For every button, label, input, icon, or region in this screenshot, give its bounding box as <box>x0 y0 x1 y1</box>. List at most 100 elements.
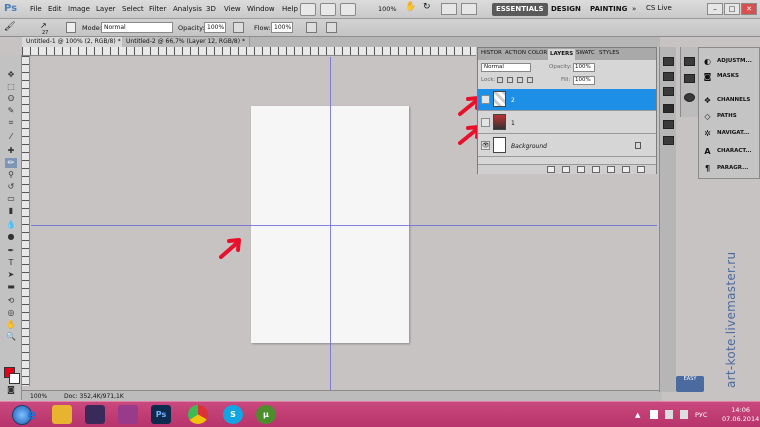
menu-help[interactable]: Help <box>282 5 298 13</box>
zoom-level[interactable]: 100% <box>378 5 397 13</box>
eyedropper-tool-icon[interactable]: ⁄ <box>5 132 17 142</box>
marquee-tool-icon[interactable]: ⬚ <box>5 82 17 92</box>
menu-window[interactable]: Window <box>247 5 275 13</box>
dock-paths[interactable]: ◇ PATHS <box>699 109 760 124</box>
dock-channels[interactable]: ❖ CHANNELS <box>699 93 760 108</box>
skype-icon[interactable]: S <box>223 405 243 424</box>
brush-tool-icon[interactable]: 🖌 <box>4 22 15 32</box>
screen-mode-icon[interactable] <box>461 3 477 15</box>
menu-3d[interactable]: 3D <box>206 5 216 13</box>
gradient-tool-icon[interactable]: ▮ <box>5 206 17 216</box>
hand-tool-icon[interactable]: ✋ <box>5 320 17 330</box>
visibility-toggle[interactable] <box>481 95 490 104</box>
vertical-ruler[interactable] <box>22 56 30 386</box>
tab-styles[interactable]: STYLES <box>599 50 619 56</box>
layer-opacity-field[interactable]: 100% <box>573 63 595 72</box>
tab-untitled-1[interactable]: Untitled-1 @ 100% (2, RGB/8) * <box>22 37 126 47</box>
tray-arrow-icon[interactable]: ▲ <box>635 411 640 419</box>
bridge-icon[interactable] <box>300 3 316 16</box>
workspace-painting[interactable]: PAINTING <box>586 3 631 16</box>
tab-actions[interactable]: ACTION <box>505 50 526 56</box>
lock-transparency-icon[interactable] <box>497 77 503 83</box>
eraser-tool-icon[interactable]: ▭ <box>5 194 17 204</box>
link-layers-icon[interactable] <box>547 166 555 173</box>
3d-rotate-tool-icon[interactable]: ⟲ <box>5 296 17 306</box>
brush-panel-icon[interactable] <box>684 57 695 66</box>
layers-panel-icon[interactable] <box>663 104 674 113</box>
hand-icon[interactable]: ✋ <box>405 2 419 16</box>
dock-character[interactable]: A CHARACT... <box>699 144 760 159</box>
history-brush-tool-icon[interactable]: ↺ <box>5 182 17 192</box>
color-panel-icon[interactable] <box>663 87 674 96</box>
rotate-view-icon[interactable]: ↻ <box>423 2 437 16</box>
3d-orbit-tool-icon[interactable]: ◎ <box>5 308 17 318</box>
tray-network-icon[interactable] <box>665 410 673 419</box>
menu-image[interactable]: Image <box>68 5 90 13</box>
opacity-field[interactable]: 100% <box>204 22 226 33</box>
healing-brush-tool-icon[interactable]: ✚ <box>5 146 17 156</box>
extras-icon[interactable] <box>340 3 356 16</box>
dodge-tool-icon[interactable]: ● <box>5 232 17 242</box>
flow-field[interactable]: 100% <box>271 22 293 33</box>
layer-fill-field[interactable]: 100% <box>573 76 595 85</box>
new-layer-icon[interactable] <box>622 166 630 173</box>
layer-row-1[interactable]: 1 <box>478 112 656 134</box>
clone-source-icon[interactable] <box>684 74 695 83</box>
horizontal-ruler[interactable] <box>22 47 476 56</box>
remote-app-icon[interactable] <box>118 405 138 424</box>
cs-live-button[interactable]: CS Live <box>646 4 672 12</box>
styles-panel-icon[interactable] <box>663 136 674 145</box>
type-tool-icon[interactable]: T <box>5 258 17 268</box>
tab-swatches[interactable]: SWATC <box>576 50 595 56</box>
dock-masks[interactable]: ◙ MASKS <box>699 69 760 84</box>
tab-history[interactable]: HISTOR <box>481 50 502 56</box>
layer-mask-icon[interactable] <box>577 166 585 173</box>
minimize-button[interactable]: – <box>707 3 723 15</box>
tab-layers[interactable]: LAYERS <box>548 49 576 60</box>
layer-name[interactable]: Background <box>511 143 547 150</box>
blend-mode-select[interactable]: Normal <box>481 63 531 72</box>
menu-select[interactable]: Select <box>122 5 144 13</box>
crop-tool-icon[interactable]: ⌗ <box>5 118 17 128</box>
lock-all-icon[interactable] <box>527 77 533 83</box>
lock-position-icon[interactable] <box>517 77 523 83</box>
swatches-panel-icon[interactable] <box>663 120 674 129</box>
photoshop-task-icon[interactable]: Ps <box>151 405 171 424</box>
ie-icon[interactable]: e <box>22 406 42 425</box>
dock-navigator[interactable]: ✲ NAVIGAT... <box>699 126 760 141</box>
history-panel-icon[interactable] <box>663 57 674 66</box>
brush-panel-icon[interactable] <box>66 22 76 33</box>
workspace-design[interactable]: DESIGN <box>547 3 585 16</box>
info-icon[interactable] <box>684 93 695 102</box>
dock-paragraph[interactable]: ¶ PARAGR... <box>699 161 760 176</box>
vertical-guide[interactable] <box>330 57 331 390</box>
quick-mask-icon[interactable]: ◙ <box>5 385 17 395</box>
folder-icon[interactable] <box>52 405 72 424</box>
menu-filter[interactable]: Filter <box>149 5 166 13</box>
dock-adjustments[interactable]: ◐ ADJUSTM... <box>699 54 760 69</box>
close-button[interactable]: ✕ <box>741 3 757 15</box>
quick-select-tool-icon[interactable]: ✎ <box>5 106 17 116</box>
adjustment-layer-icon[interactable] <box>592 166 600 173</box>
path-select-tool-icon[interactable]: ➤ <box>5 270 17 280</box>
clone-stamp-tool-icon[interactable]: ⚲ <box>5 170 17 180</box>
workspace-essentials[interactable]: ESSENTIALS <box>492 3 548 16</box>
menu-file[interactable]: File <box>30 5 42 13</box>
maximize-button[interactable]: □ <box>724 3 740 15</box>
brush-preset-icon[interactable]: ↗ <box>40 21 47 30</box>
brush-tool-icon[interactable]: ✏ <box>5 158 17 168</box>
group-folder-icon[interactable] <box>607 166 615 173</box>
actions-panel-icon[interactable] <box>663 72 674 81</box>
visibility-toggle[interactable] <box>481 118 490 127</box>
layer-row-2[interactable]: 2 <box>478 89 656 111</box>
media-app-icon[interactable] <box>85 405 105 424</box>
pressure-size-icon[interactable] <box>326 22 337 33</box>
arrange-documents-icon[interactable] <box>441 3 457 15</box>
trash-icon[interactable] <box>637 166 645 173</box>
workspace-more-button[interactable]: » <box>632 5 636 13</box>
horizontal-guide[interactable] <box>31 225 657 226</box>
airbrush-icon[interactable] <box>306 22 317 33</box>
layer-name[interactable]: 1 <box>511 120 515 127</box>
shape-tool-icon[interactable]: ▬ <box>5 282 17 292</box>
keyboard-language[interactable]: РУС <box>695 411 707 419</box>
